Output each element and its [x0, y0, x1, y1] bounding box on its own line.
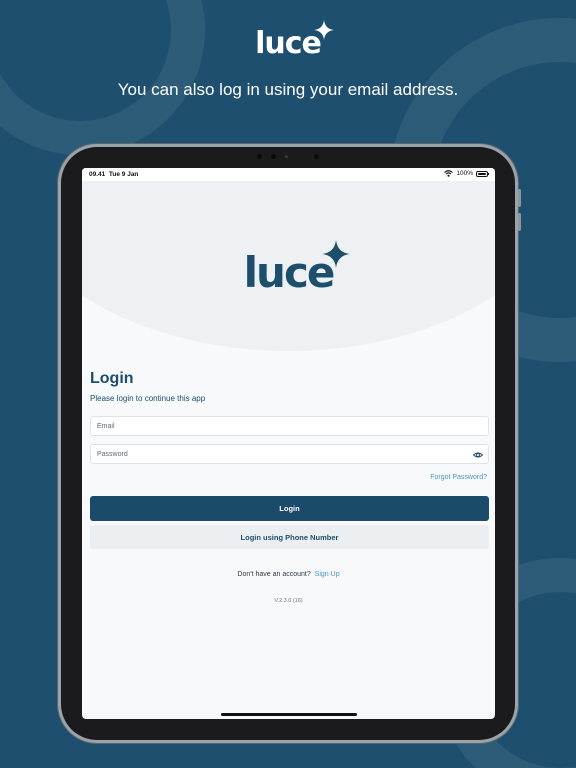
- login-button-label: Login: [279, 504, 300, 513]
- status-bar: 09.41 Tue 9 Jan 100%: [82, 168, 495, 181]
- home-indicator[interactable]: [221, 713, 357, 716]
- battery-percent: 100%: [456, 170, 473, 177]
- hero-logo-text: luce: [255, 26, 322, 61]
- status-time: 09.41 Tue 9 Jan: [89, 171, 139, 178]
- camera-dot: [314, 154, 319, 159]
- eye-icon[interactable]: [473, 450, 483, 460]
- battery-icon: [476, 170, 489, 177]
- login-subtitle: Please login to continue this app: [90, 394, 206, 403]
- hero-tagline: You can also log in using your email add…: [117, 80, 459, 99]
- password-input[interactable]: Password: [90, 444, 489, 464]
- camera-dot: [285, 155, 288, 158]
- hero-logo: luce: [0, 20, 576, 61]
- login-button[interactable]: Login: [90, 496, 489, 521]
- password-placeholder: Password: [97, 450, 128, 458]
- email-input[interactable]: Email: [90, 416, 489, 436]
- app-logo: luce: [82, 240, 495, 297]
- phone-login-button-label: Login using Phone Number: [240, 532, 339, 542]
- sign-up-link[interactable]: Sign Up: [315, 571, 340, 578]
- no-account-text: Don't have an account?: [237, 571, 311, 578]
- forgot-password-link[interactable]: Forgot Password?: [430, 474, 487, 481]
- app-screen: 09.41 Tue 9 Jan 100% luce Login Please l…: [82, 168, 495, 719]
- status-right: 100%: [444, 170, 489, 177]
- four-point-star-icon: [322, 240, 351, 268]
- signup-row: Don't have an account? Sign Up: [82, 571, 495, 578]
- login-title: Login: [90, 370, 134, 387]
- app-logo-text: luce: [243, 248, 336, 297]
- four-point-star-icon: [313, 20, 334, 40]
- phone-login-button[interactable]: Login using Phone Number: [90, 525, 489, 549]
- wifi-icon: [444, 170, 454, 177]
- volume-button: [518, 213, 521, 231]
- email-placeholder: Email: [97, 422, 115, 430]
- camera-dot: [271, 154, 276, 159]
- volume-button: [518, 189, 521, 207]
- app-version: V.2.3.0 (16): [274, 598, 303, 604]
- camera-dot: [257, 154, 262, 159]
- tablet-frame: 09.41 Tue 9 Jan 100% luce Login Please l…: [61, 147, 521, 740]
